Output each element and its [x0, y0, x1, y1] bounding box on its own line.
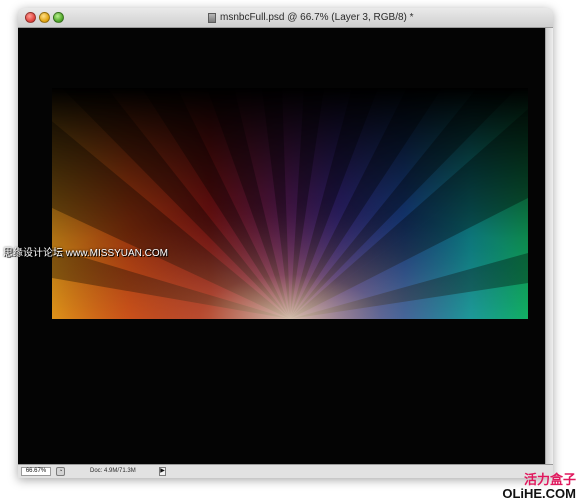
- zoom-button[interactable]: [53, 12, 64, 23]
- window-titlebar[interactable]: msnbcFull.psd @ 66.7% (Layer 3, RGB/8) *: [18, 8, 553, 28]
- window-title-text: msnbcFull.psd @ 66.7% (Layer 3, RGB/8) *: [220, 12, 414, 23]
- zoom-level-field[interactable]: 66.67%: [21, 467, 51, 476]
- vertical-scrollbar[interactable]: [545, 28, 553, 464]
- photoshop-document-window: msnbcFull.psd @ 66.7% (Layer 3, RGB/8) *: [18, 8, 553, 478]
- status-arrow-icon[interactable]: ▶: [159, 467, 166, 476]
- watermark-cn: 活力盒子: [523, 472, 576, 487]
- watermark-right: 活力盒子 OLiHE.COM: [502, 473, 576, 501]
- status-info-icon[interactable]: ◔: [56, 467, 65, 476]
- minimize-button[interactable]: [39, 12, 50, 23]
- document-icon: [208, 12, 216, 23]
- status-bar: 66.67% ◔ Doc: 4.9M/71.3M ▶: [18, 464, 553, 478]
- watermark-left: 思缘设计论坛 www.MISSYUAN.COM: [3, 248, 169, 259]
- watermark-url: OLiHE.COM: [502, 486, 576, 501]
- document-size: Doc: 4.9M/71.3M: [90, 468, 136, 474]
- window-title: msnbcFull.psd @ 66.7% (Layer 3, RGB/8) *: [208, 11, 414, 24]
- rainbow-rays-artwork: [52, 88, 528, 319]
- close-button[interactable]: [25, 12, 36, 23]
- screen: msnbcFull.psd @ 66.7% (Layer 3, RGB/8) *: [0, 0, 580, 504]
